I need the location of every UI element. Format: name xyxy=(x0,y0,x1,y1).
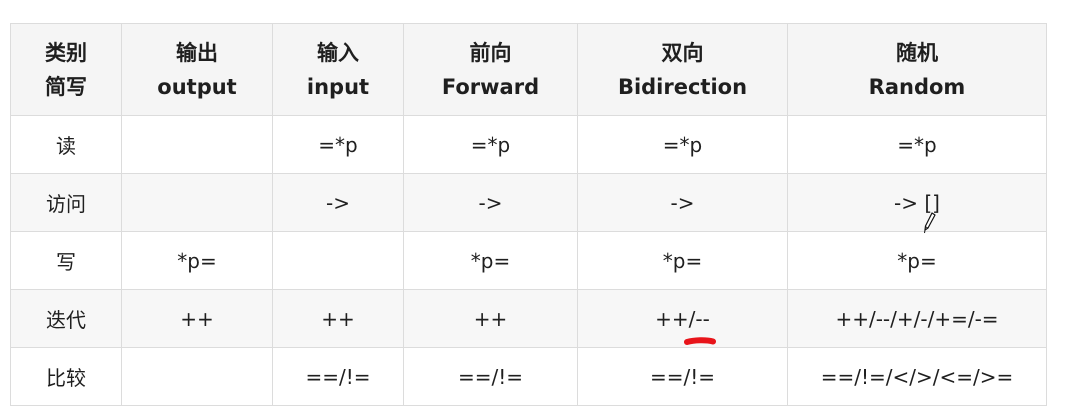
cell-random: =*p xyxy=(787,115,1047,174)
cell-output xyxy=(121,115,273,174)
cell-bidirection: ++/-- xyxy=(577,289,788,348)
header-output-zh: 输出 xyxy=(176,40,218,65)
cell-input: ++ xyxy=(272,289,404,348)
row-label: 读 xyxy=(10,115,122,174)
cell-output xyxy=(121,347,273,406)
table-row-compare: 比较 ==/!= ==/!= ==/!= ==/!=/</>/<=/>= xyxy=(10,347,1047,406)
cell-forward: *p= xyxy=(403,231,578,290)
header-input: 输入 input xyxy=(272,23,404,116)
header-forward: 前向 Forward xyxy=(403,23,578,116)
row-label: 写 xyxy=(10,231,122,290)
header-bidirection-zh: 双向 xyxy=(661,40,704,65)
cell-input: ==/!= xyxy=(272,347,404,406)
cell-forward: ++ xyxy=(403,289,578,348)
cell-forward: =*p xyxy=(403,115,578,174)
table-row-iterate: 迭代 ++ ++ ++ ++/-- ++/--/+/-/+=/-= xyxy=(10,289,1047,348)
row-label: 比较 xyxy=(10,347,122,406)
cell-random: -> [] xyxy=(787,173,1047,232)
cell-random: ==/!=/</>/<=/>= xyxy=(787,347,1047,406)
cell-forward: -> xyxy=(403,173,578,232)
cell-output xyxy=(121,173,273,232)
row-label: 访问 xyxy=(10,173,122,232)
cell-input: =*p xyxy=(272,115,404,174)
header-category-line2: 简写 xyxy=(45,74,87,99)
cell-bidirection: -> xyxy=(577,173,788,232)
red-underline-annotation xyxy=(684,337,716,345)
cell-random: ++/--/+/-/+=/-= xyxy=(787,289,1047,348)
header-forward-zh: 前向 xyxy=(469,40,512,65)
table-row-access: 访问 -> -> -> -> [] xyxy=(10,173,1047,232)
header-bidirection: 双向 Bidirection xyxy=(577,23,788,116)
cell-bidirection: ==/!= xyxy=(577,347,788,406)
row-label: 迭代 xyxy=(10,289,122,348)
header-random-zh: 随机 xyxy=(896,40,938,65)
cell-bidirection: *p= xyxy=(577,231,788,290)
header-bidirection-en: Bidirection xyxy=(617,74,748,99)
header-output: 输出 output xyxy=(121,23,273,116)
cell-forward: ==/!= xyxy=(403,347,578,406)
pen-cursor-icon xyxy=(924,212,936,234)
cell-input xyxy=(272,231,404,290)
iterator-category-table: 类别 简写 输出 output 输入 input 前向 Forward 双向 B… xyxy=(10,23,1047,406)
cell-bidirection: =*p xyxy=(577,115,788,174)
header-output-en: output xyxy=(157,74,237,99)
cell-output: ++ xyxy=(121,289,273,348)
header-forward-en: Forward xyxy=(441,74,540,99)
cell-output: *p= xyxy=(121,231,273,290)
table-row-write: 写 *p= *p= *p= *p= xyxy=(10,231,1047,290)
cell-random: *p= xyxy=(787,231,1047,290)
header-input-en: input xyxy=(306,74,370,99)
table-row-read: 读 =*p =*p =*p =*p xyxy=(10,115,1047,174)
header-row: 类别 简写 输出 output 输入 input 前向 Forward 双向 B… xyxy=(10,23,1047,116)
header-category: 类别 简写 xyxy=(10,23,122,116)
header-category-line1: 类别 xyxy=(45,40,87,65)
header-random: 随机 Random xyxy=(787,23,1047,116)
header-random-en: Random xyxy=(868,74,966,99)
cell-input: -> xyxy=(272,173,404,232)
header-input-zh: 输入 xyxy=(317,40,359,65)
